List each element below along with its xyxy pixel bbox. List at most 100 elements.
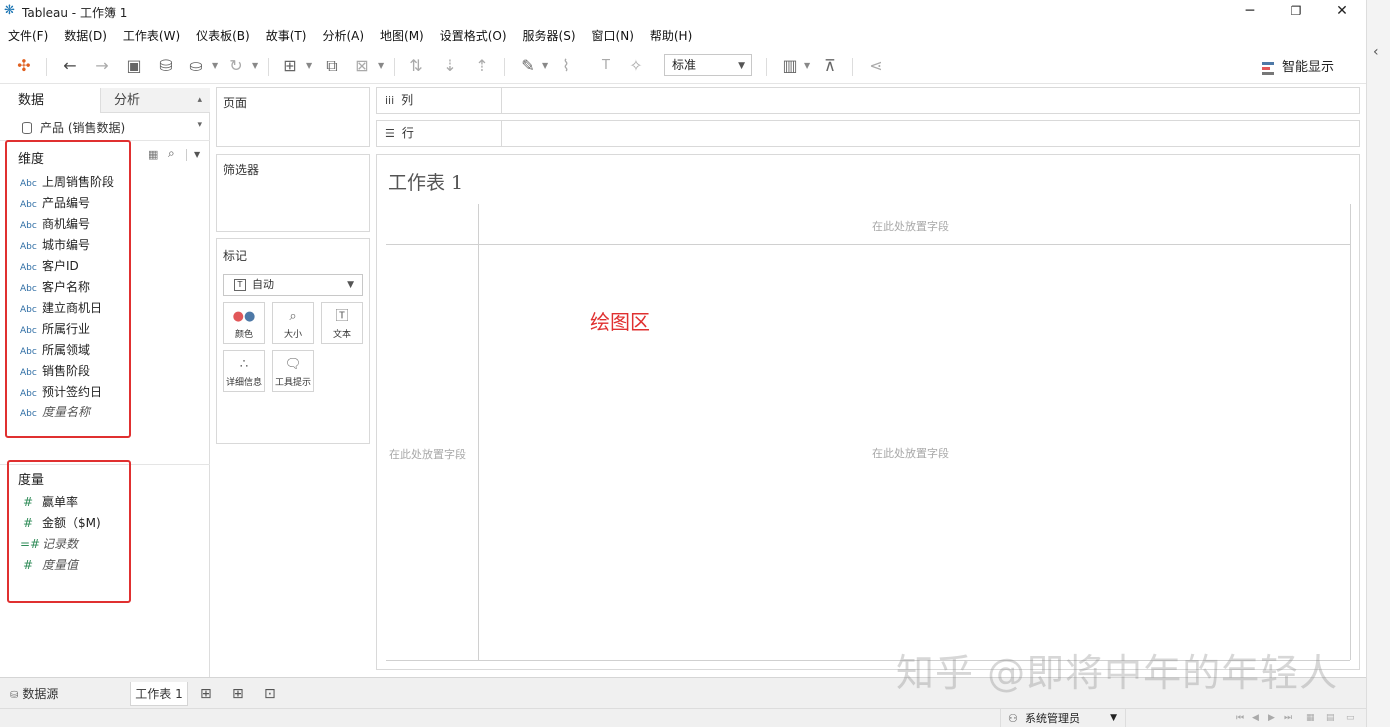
plot-area-annotation: 绘图区	[590, 310, 650, 334]
caret-down-icon[interactable]: ▼	[194, 150, 200, 159]
clear-sheet-icon[interactable]: ⊠	[352, 56, 372, 76]
detail-button[interactable]: ∴ 详细信息	[223, 350, 265, 392]
tab-worksheet-1[interactable]: 工作表 1	[130, 682, 188, 706]
dimension-item[interactable]: Abc 建立商机日	[20, 299, 102, 320]
mark-type-select[interactable]: T 自动 ▼	[223, 274, 363, 296]
watermark: 知乎 @即将中年的年轻人	[896, 651, 1339, 695]
user-menu[interactable]: ⚇ 系统管理员 ▼	[1000, 709, 1126, 727]
menu-analysis[interactable]: 分析(A)	[322, 27, 364, 44]
datasource-name: 产品 (销售数据)	[40, 121, 126, 135]
menu-map[interactable]: 地图(M)	[380, 27, 424, 44]
new-dashboard-icon[interactable]: ⊞	[232, 682, 244, 706]
tab-data[interactable]: 数据	[0, 88, 100, 113]
caret-down-icon[interactable]: ▼	[212, 62, 220, 70]
fit-select[interactable]: 标准 ▼	[664, 54, 752, 76]
sort-ascending-icon[interactable]: ⇣	[440, 56, 460, 76]
caret-down-icon[interactable]: ▼	[306, 62, 314, 70]
caret-down-icon[interactable]: ▼	[252, 62, 260, 70]
column-drop-zone[interactable]: 在此处放置字段	[872, 218, 949, 234]
datasource-item[interactable]: 产品 (销售数据)	[22, 119, 125, 136]
dimension-item[interactable]: Abc 城市编号	[20, 236, 90, 257]
pin-icon[interactable]: ✧	[626, 56, 646, 76]
dimension-item[interactable]: Abc 客户名称	[20, 278, 90, 299]
measure-item[interactable]: # 赢单率	[20, 493, 78, 514]
swap-icon[interactable]: ⇅	[406, 56, 426, 76]
dimension-item[interactable]: Abc 商机编号	[20, 215, 90, 236]
size-button[interactable]: ⌕ 大小	[272, 302, 314, 344]
new-datasource-icon[interactable]: ⛁	[156, 56, 176, 76]
row-drop-zone[interactable]: 在此处放置字段	[389, 446, 466, 462]
save-icon[interactable]: ▣	[124, 56, 144, 76]
menu-worksheet[interactable]: 工作表(W)	[123, 27, 180, 44]
pause-updates-icon[interactable]: ⛀	[186, 56, 206, 76]
dimension-item[interactable]: Abc 所属行业	[20, 320, 90, 341]
new-worksheet-icon[interactable]: ⊞	[200, 682, 212, 706]
filters-card[interactable]: 筛选器	[216, 154, 370, 232]
measure-item[interactable]: # 度量值	[20, 556, 78, 577]
menu-file[interactable]: 文件(F)	[8, 27, 48, 44]
tableau-home-icon[interactable]: ✣	[14, 56, 34, 76]
dimension-item[interactable]: Abc 度量名称	[20, 403, 90, 424]
next-sheet-icon[interactable]: ▶	[1268, 709, 1275, 727]
center-drop-zone[interactable]: 在此处放置字段	[872, 445, 949, 461]
text-mark-icon: T	[234, 279, 246, 291]
highlight-icon[interactable]: ✎	[518, 56, 538, 76]
datasource-tab-label: 数据源	[22, 687, 59, 701]
dimension-item[interactable]: Abc 产品编号	[20, 194, 90, 215]
tab-analysis[interactable]: 分析 ▴ ▾	[100, 88, 210, 130]
menu-server[interactable]: 服务器(S)	[523, 27, 576, 44]
label-icon[interactable]: T	[596, 56, 616, 76]
search-icon[interactable]: ⌕	[168, 146, 175, 161]
list-view-icon[interactable]: ▦	[148, 148, 158, 161]
sheet-sorter-icon[interactable]: ▦	[1306, 709, 1315, 727]
undo-icon[interactable]: ←	[60, 56, 80, 76]
rows-shelf[interactable]: ☰ 行	[376, 120, 1360, 147]
group-icon[interactable]: ⌇	[556, 56, 576, 76]
duplicate-sheet-icon[interactable]: ⧉	[322, 56, 342, 76]
dimension-item[interactable]: Abc 预计签约日	[20, 383, 102, 404]
close-button[interactable]: ✕	[1319, 0, 1365, 24]
view-canvas[interactable]	[376, 154, 1360, 670]
sheet-title[interactable]: 工作表 1	[388, 168, 463, 195]
menu-data[interactable]: 数据(D)	[64, 27, 107, 44]
menu-help[interactable]: 帮助(H)	[650, 27, 692, 44]
new-story-icon[interactable]: ⊡	[264, 682, 276, 706]
pages-card[interactable]: 页面	[216, 87, 370, 147]
menu-story[interactable]: 故事(T)	[266, 27, 307, 44]
show-cards-icon[interactable]: ▥	[780, 56, 800, 76]
share-icon[interactable]: ⋖	[866, 56, 886, 76]
caret-down-icon[interactable]: ▼	[542, 62, 550, 70]
dimension-item[interactable]: Abc 上周销售阶段	[20, 173, 114, 194]
string-type-icon: Abc	[20, 263, 37, 273]
fit-select-value: 标准	[672, 58, 697, 72]
columns-shelf[interactable]: iii 列	[376, 87, 1360, 114]
menu-window[interactable]: 窗口(N)	[592, 27, 634, 44]
dimension-item[interactable]: Abc 所属领域	[20, 341, 90, 362]
menu-format[interactable]: 设置格式(O)	[440, 27, 507, 44]
restore-button[interactable]: ❐	[1273, 0, 1319, 24]
color-button[interactable]: ●● 颜色	[223, 302, 265, 344]
last-sheet-icon[interactable]: ⏭	[1284, 709, 1292, 727]
text-button[interactable]: 🅃 文本	[321, 302, 363, 344]
measure-item[interactable]: # 金额（$M)	[20, 514, 101, 535]
first-sheet-icon[interactable]: ⏮	[1236, 709, 1244, 727]
chevron-left-icon[interactable]: ‹	[1373, 44, 1379, 60]
datasource-tab[interactable]: ⛁ 数据源	[10, 682, 58, 706]
filmstrip-icon[interactable]: ▤	[1326, 709, 1335, 727]
tooltip-button[interactable]: 🗨 工具提示	[272, 350, 314, 392]
presentation-mode-icon[interactable]: ⊼	[820, 56, 840, 76]
previous-sheet-icon[interactable]: ◀	[1252, 709, 1259, 727]
caret-down-icon[interactable]: ▼	[378, 62, 386, 70]
minimize-button[interactable]: ─	[1227, 0, 1273, 24]
show-me-button[interactable]: 智能显示	[1262, 56, 1334, 76]
caret-down-icon[interactable]: ▼	[804, 62, 812, 70]
dimension-item[interactable]: Abc 客户ID	[20, 257, 79, 278]
tabs-view-icon[interactable]: ▭	[1346, 709, 1355, 727]
refresh-icon[interactable]: ↻	[226, 56, 246, 76]
dimension-item[interactable]: Abc 销售阶段	[20, 362, 90, 383]
menu-dashboard[interactable]: 仪表板(B)	[196, 27, 250, 44]
sort-descending-icon[interactable]: ⇡	[472, 56, 492, 76]
measure-item[interactable]: =# 记录数	[20, 535, 78, 556]
new-worksheet-icon[interactable]: ⊞	[280, 56, 300, 76]
redo-icon[interactable]: →	[92, 56, 112, 76]
